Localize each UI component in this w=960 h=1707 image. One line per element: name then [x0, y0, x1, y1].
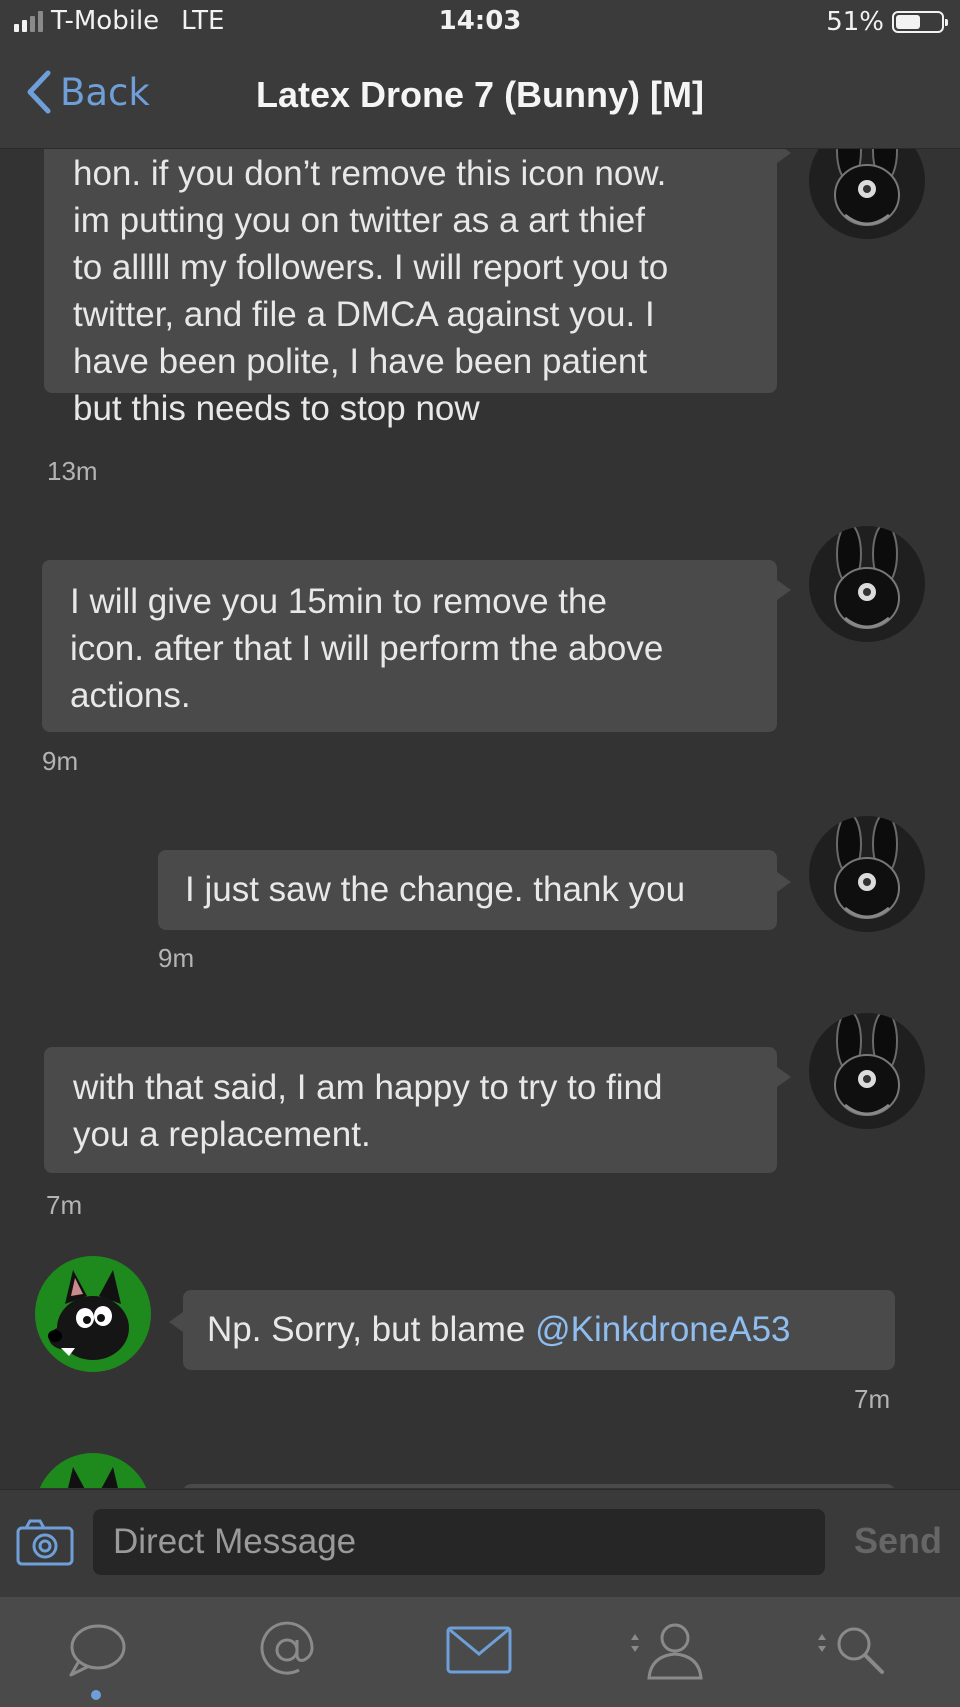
status-right: 51%	[826, 7, 948, 37]
direct-message-input[interactable]	[93, 1509, 825, 1575]
nav-bar: Back Latex Drone 7 (Bunny) [M]	[0, 48, 960, 149]
tab-timeline[interactable]	[56, 1619, 136, 1681]
message-line: im putting you on twitter as a art thief	[73, 201, 645, 240]
message-line: I will give you 15min to remove the	[70, 582, 607, 621]
search-icon	[818, 1627, 884, 1674]
clock: 14:03	[438, 6, 522, 36]
bunny-avatar[interactable]	[809, 1013, 925, 1129]
message-line: twitter, and file a DMCA against you. I	[73, 295, 655, 334]
message-timestamp: 9m	[42, 746, 79, 776]
message-line: but this needs to stop now	[73, 389, 480, 428]
camera-button[interactable]	[16, 1518, 74, 1570]
message-bubble: I just saw the change. thank you	[158, 850, 791, 930]
message-bubble: hon. if you don’t remove this icon now. …	[44, 149, 791, 428]
message-line: you a replacement.	[73, 1115, 371, 1154]
message-timestamp: 9m	[158, 943, 195, 973]
message-line: hon. if you don’t remove this icon now.	[73, 154, 667, 193]
tab-mentions[interactable]	[247, 1619, 327, 1681]
message-timestamp: 7m	[46, 1190, 83, 1220]
message-line: to alllll my followers. I will report yo…	[73, 248, 669, 287]
message-bubble	[183, 1484, 895, 1488]
message-bubble: I will give you 15min to remove the icon…	[42, 560, 791, 732]
message-line: with that said, I am happy to try to fin…	[73, 1068, 663, 1107]
message-line: actions.	[70, 676, 191, 715]
user-mention-link[interactable]: @KinkdroneA53	[535, 1310, 790, 1349]
wolf-avatar[interactable]	[35, 1256, 151, 1372]
battery-icon	[892, 11, 948, 33]
send-button[interactable]: Send	[854, 1520, 942, 1562]
tab-search[interactable]	[812, 1619, 896, 1681]
tab-bar	[0, 1597, 960, 1707]
bunny-avatar[interactable]	[809, 526, 925, 642]
conversation-title: Latex Drone 7 (Bunny) [M]	[255, 74, 704, 115]
chat-bubble-icon	[69, 1624, 126, 1677]
envelope-icon	[446, 1626, 512, 1674]
bunny-avatar[interactable]	[809, 149, 925, 239]
message-timestamp: 7m	[854, 1384, 891, 1414]
at-sign-icon	[260, 1621, 314, 1675]
message-bubble: with that said, I am happy to try to fin…	[44, 1047, 791, 1173]
tab-messages[interactable]	[439, 1619, 519, 1681]
tab-profile[interactable]	[625, 1619, 709, 1681]
message-line: have been polite, I have been patient	[73, 342, 648, 381]
message-timestamp: 13m	[47, 456, 98, 486]
message-list[interactable]: hon. if you don’t remove this icon now. …	[0, 149, 960, 1488]
wolf-avatar[interactable]	[35, 1453, 151, 1488]
message-line: I just saw the change. thank you	[185, 870, 686, 909]
camera-icon	[16, 1519, 74, 1566]
message-text: Np. Sorry, but blame	[207, 1310, 536, 1349]
status-bar: T-Mobile LTE 14:03 51%	[0, 0, 960, 48]
message-composer: Send	[0, 1489, 960, 1597]
message-line: icon. after that I will perform the abov…	[70, 629, 664, 668]
bunny-avatar[interactable]	[809, 816, 925, 932]
active-tab-indicator	[91, 1690, 101, 1700]
person-icon	[631, 1623, 703, 1680]
battery-percent: 51%	[826, 7, 884, 37]
message-bubble: Np. Sorry, but blame @KinkdroneA53	[169, 1290, 895, 1370]
